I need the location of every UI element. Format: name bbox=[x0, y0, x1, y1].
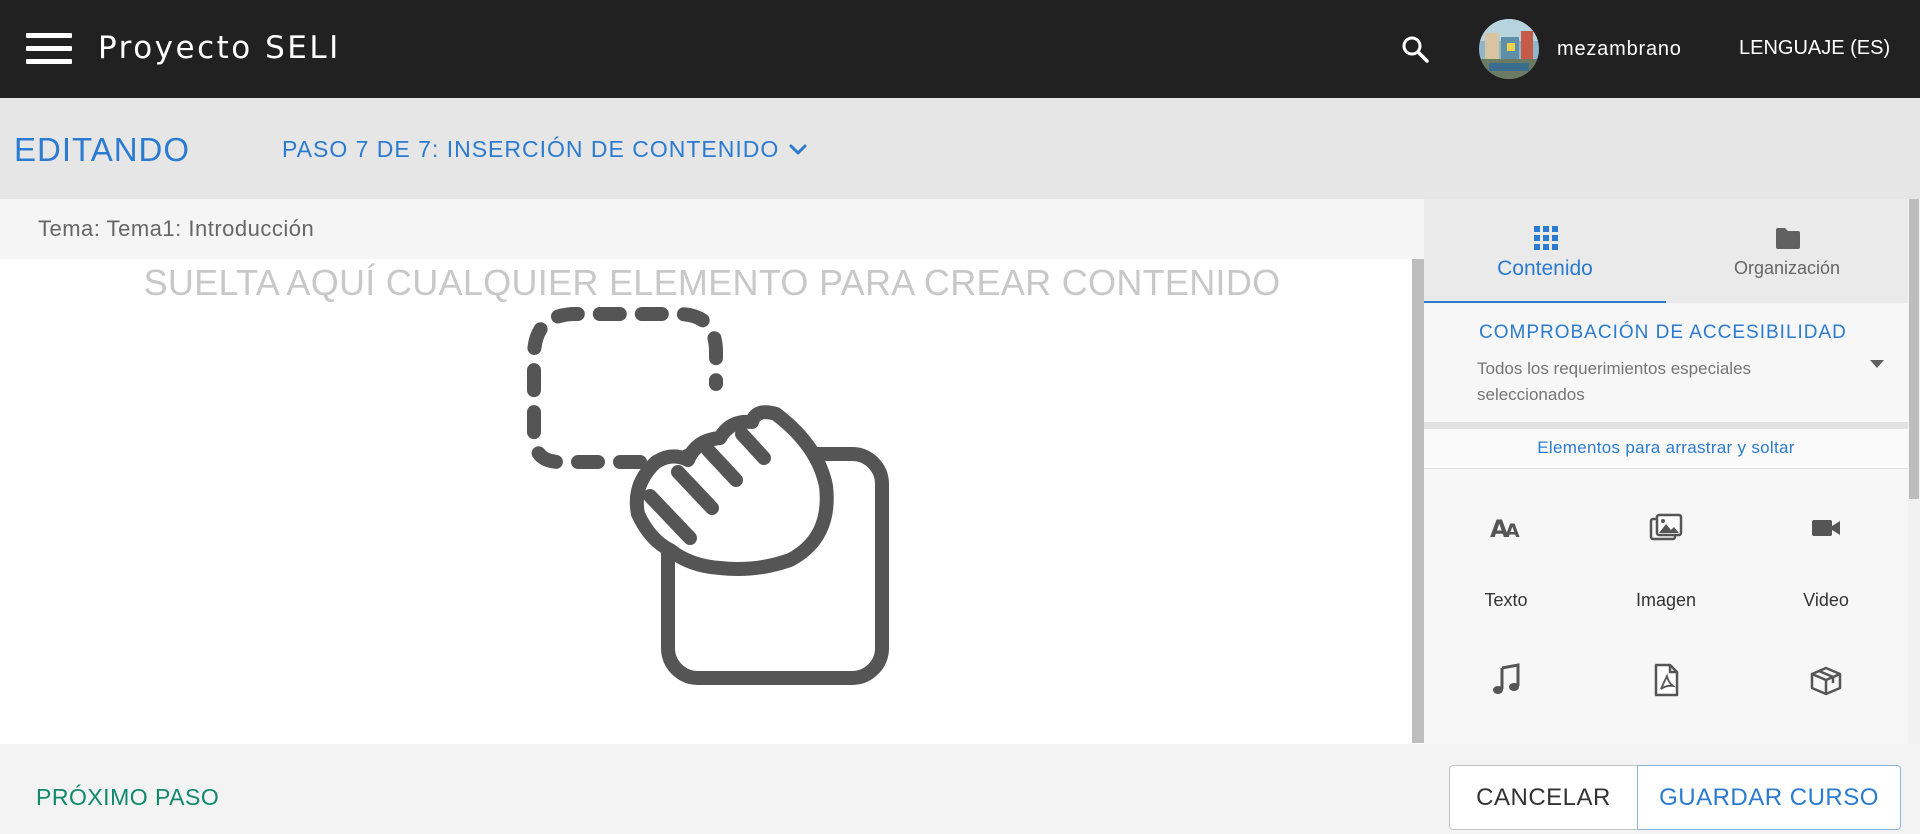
accessibility-title: COMPROBACIÓN DE ACCESIBILIDAD bbox=[1479, 322, 1847, 343]
topic-label: Tema: Tema1: Introducción bbox=[38, 216, 315, 241]
tab-contenido-label: Contenido bbox=[1497, 257, 1593, 280]
canvas-scrollbar[interactable] bbox=[1412, 259, 1424, 743]
next-step-button[interactable]: PRÓXIMO PASO bbox=[36, 784, 219, 811]
element-imagen[interactable]: Imagen bbox=[1596, 470, 1736, 610]
image-icon bbox=[1649, 513, 1683, 541]
panel-scrollbar-thumb[interactable] bbox=[1909, 199, 1919, 499]
element-pdf[interactable] bbox=[1596, 622, 1736, 742]
hamburger-menu-icon[interactable] bbox=[26, 33, 72, 65]
dropdown-arrow-icon[interactable] bbox=[1868, 358, 1886, 370]
element-imagen-label: Imagen bbox=[1635, 590, 1697, 610]
search-icon[interactable] bbox=[1400, 34, 1430, 64]
video-icon bbox=[1812, 520, 1840, 536]
pdf-icon bbox=[1654, 663, 1679, 697]
svg-text:A: A bbox=[1505, 520, 1520, 542]
grid-icon bbox=[1534, 226, 1558, 250]
folder-icon bbox=[1776, 228, 1800, 249]
element-audio[interactable] bbox=[1436, 622, 1576, 742]
tab-organizacion[interactable]: Organización bbox=[1666, 199, 1908, 303]
tab-contenido[interactable]: Contenido bbox=[1424, 199, 1666, 303]
element-package[interactable] bbox=[1756, 622, 1896, 742]
element-texto[interactable]: A A Texto bbox=[1436, 470, 1576, 610]
step-label: PASO 7 DE 7: INSERCIÓN DE CONTENIDO bbox=[282, 136, 780, 162]
app-title: Proyecto SELI bbox=[98, 30, 341, 66]
chevron-down-icon bbox=[789, 144, 807, 154]
package-icon bbox=[1810, 666, 1842, 696]
page: Proyecto SELI mezambrano LENGUAJE (ES) E… bbox=[0, 0, 1920, 834]
text-icon: A A bbox=[1490, 515, 1520, 543]
element-video-label: Video bbox=[1803, 590, 1849, 610]
dnd-title: Elementos para arrastrar y soltar bbox=[1537, 438, 1795, 457]
element-texto-label: Texto bbox=[1484, 590, 1528, 610]
accessibility-subtitle: Todos los requerimientos especiales sele… bbox=[1477, 359, 1752, 404]
editing-mode-label: EDITANDO bbox=[14, 131, 191, 168]
step-selector[interactable]: PASO 7 DE 7: INSERCIÓN DE CONTENIDO bbox=[282, 136, 809, 163]
save-course-button[interactable]: GUARDAR CURSO bbox=[1637, 765, 1901, 830]
drop-zone-hint: SUELTA AQUÍ CUALQUIER ELEMENTO PARA CREA… bbox=[143, 262, 1281, 303]
tab-organizacion-label: Organización bbox=[1733, 258, 1841, 278]
drag-and-drop-hand-icon bbox=[527, 307, 889, 685]
username[interactable]: mezambrano bbox=[1557, 38, 1682, 61]
cancel-button[interactable]: CANCELAR bbox=[1449, 765, 1638, 830]
language-selector[interactable]: LENGUAJE (ES) bbox=[1739, 37, 1890, 60]
element-video[interactable]: Video bbox=[1756, 470, 1896, 610]
music-icon bbox=[1493, 663, 1520, 694]
user-avatar[interactable] bbox=[1479, 19, 1539, 79]
